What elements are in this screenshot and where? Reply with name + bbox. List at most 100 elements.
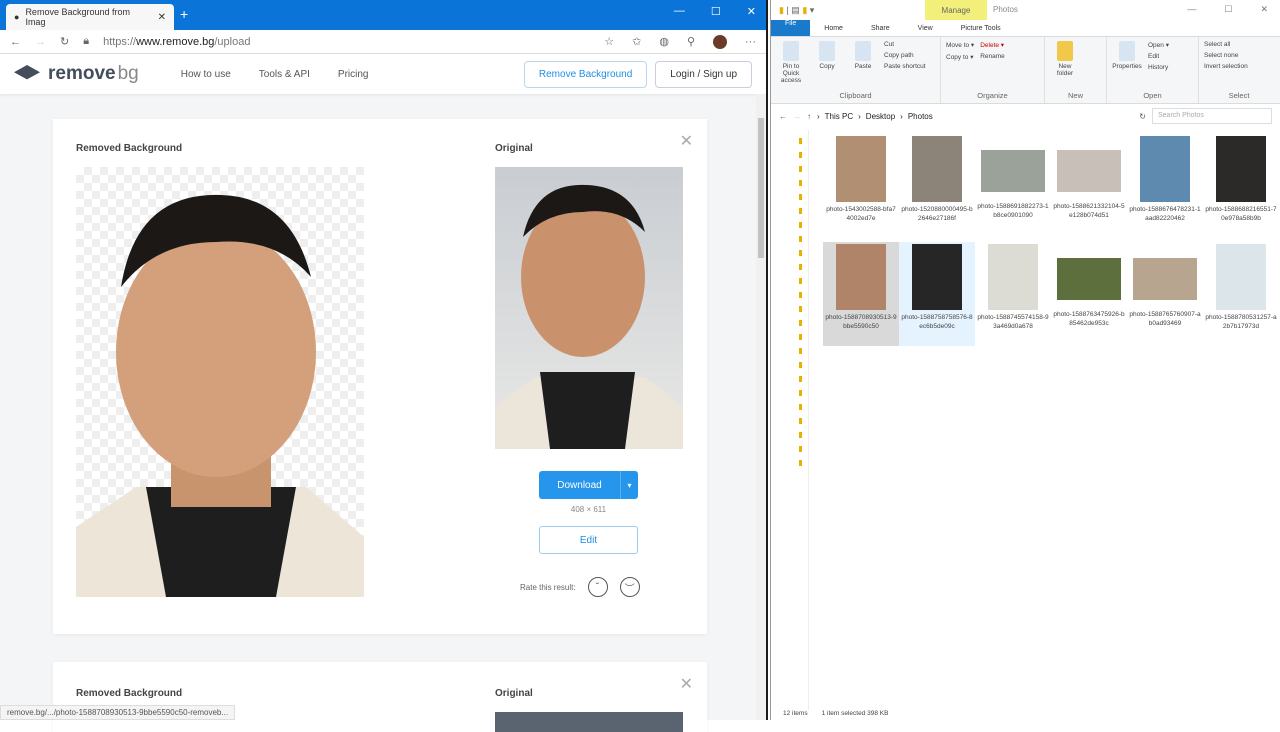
properties-icon[interactable]: ▤ bbox=[791, 5, 800, 16]
file-name: photo-1543002588-bfa74002ed7e bbox=[826, 206, 896, 222]
selection-info: 1 item selected 398 KB bbox=[821, 709, 889, 717]
file-item[interactable]: photo-1588758758576-8ec6b5de09c bbox=[899, 242, 975, 346]
ribbon-tab-view[interactable]: View bbox=[904, 25, 947, 32]
original-image[interactable] bbox=[495, 712, 683, 732]
cut-button[interactable]: Cut bbox=[884, 41, 926, 48]
image-thumbnail bbox=[1216, 136, 1266, 202]
file-item[interactable]: photo-1520880000495-b2646e27186f bbox=[899, 134, 975, 238]
ribbon-tab-picture-tools[interactable]: Picture Tools bbox=[947, 25, 1015, 32]
close-icon[interactable]: ✕ bbox=[680, 674, 693, 694]
original-image[interactable] bbox=[495, 167, 683, 449]
open-button[interactable]: Open ▾ bbox=[1148, 41, 1169, 49]
breadcrumb[interactable]: › This PC › Desktop › Photos bbox=[817, 112, 1133, 121]
collections-icon[interactable]: ◍ bbox=[659, 35, 669, 48]
crumb-desktop[interactable]: Desktop bbox=[866, 112, 895, 121]
maximize-button[interactable]: ☐ bbox=[1224, 4, 1232, 15]
file-item[interactable]: photo-1588676478231-1aad82220462 bbox=[1127, 134, 1203, 238]
neutral-face-icon[interactable]: ˘ bbox=[587, 577, 608, 597]
history-button[interactable]: History bbox=[1148, 64, 1169, 71]
new-tab-button[interactable]: + bbox=[180, 6, 188, 22]
open-group-label: Open bbox=[1107, 91, 1198, 100]
favorite-star-icon[interactable]: ☆ bbox=[604, 35, 614, 48]
pin-icon bbox=[783, 41, 799, 61]
copy-path-button[interactable]: Copy path bbox=[884, 52, 926, 59]
delete-button[interactable]: Delete ▾ bbox=[980, 41, 1005, 49]
file-item[interactable]: photo-1588688216551-70e978a58b9b bbox=[1203, 134, 1279, 238]
rename-button[interactable]: Rename bbox=[980, 53, 1005, 60]
edit-button[interactable]: Edit bbox=[539, 526, 638, 554]
minimize-button[interactable]: — bbox=[674, 5, 685, 18]
paste-icon bbox=[855, 41, 871, 61]
ribbon-tab-home[interactable]: Home bbox=[810, 25, 857, 32]
select-all-button[interactable]: Select all bbox=[1204, 41, 1248, 48]
file-item[interactable]: photo-1588765760907-ab0ad93469 bbox=[1127, 242, 1203, 346]
crumb-this-pc[interactable]: This PC bbox=[825, 112, 853, 121]
image-thumbnail bbox=[912, 244, 962, 310]
crumb-photos[interactable]: Photos bbox=[908, 112, 933, 121]
address-bar: ← → ↻ 🔒︎ https://www.remove.bg/upload ☆ ✩ ◍ ⚲… bbox=[0, 30, 766, 54]
remove-background-button[interactable]: Remove Background bbox=[523, 60, 648, 88]
login-signup-button[interactable]: Login / Sign up bbox=[655, 60, 752, 88]
image-thumbnail bbox=[1133, 258, 1197, 300]
new-folder-icon[interactable]: ▮ bbox=[802, 5, 807, 16]
nav-tools-api[interactable]: Tools & API bbox=[259, 69, 310, 80]
up-icon[interactable]: ↑ bbox=[807, 112, 811, 121]
close-tab-icon[interactable]: ✕ bbox=[158, 12, 166, 23]
minimize-button[interactable]: — bbox=[1187, 4, 1196, 15]
profile-avatar[interactable] bbox=[713, 34, 727, 49]
logo-icon bbox=[14, 65, 40, 80]
back-icon[interactable]: ← bbox=[779, 112, 787, 121]
sad-face-icon[interactable]: ︶ bbox=[619, 577, 640, 597]
nav-how-to-use[interactable]: How to use bbox=[181, 69, 231, 80]
ribbon-tab-share[interactable]: Share bbox=[857, 25, 904, 32]
close-window-button[interactable]: ✕ bbox=[747, 5, 756, 18]
file-item[interactable]: photo-1588745574158-93a469d0a678 bbox=[975, 242, 1051, 346]
image-thumbnail bbox=[981, 150, 1045, 192]
browser-window: ● Remove Background from Imag ✕ + — ☐ ✕ ← → ↻ … bbox=[0, 0, 768, 732]
edit-button[interactable]: Edit bbox=[1148, 53, 1169, 60]
back-icon[interactable]: ← bbox=[10, 36, 21, 48]
search-input[interactable]: Search Photos bbox=[1152, 108, 1272, 124]
browser-titlebar: ● Remove Background from Imag ✕ + — ☐ ✕ bbox=[0, 0, 766, 30]
browser-tab[interactable]: ● Remove Background from Imag ✕ bbox=[6, 4, 174, 30]
ribbon-tab-file[interactable]: File bbox=[771, 20, 811, 36]
image-thumbnail bbox=[1140, 136, 1190, 202]
site-logo[interactable]: remove bg bbox=[14, 63, 139, 85]
folder-icon bbox=[1057, 41, 1073, 61]
file-item[interactable]: photo-1588691882273-1b8ce0901090 bbox=[975, 134, 1051, 238]
file-item[interactable]: photo-1588780531257-a2b7b17973d bbox=[1203, 242, 1279, 346]
file-item[interactable]: photo-1588708930513-9bbe5590c50 bbox=[823, 242, 899, 346]
file-item[interactable]: photo-1588621332104-5e128b074d51 bbox=[1051, 134, 1127, 238]
move-to-button[interactable]: Move to ▾ bbox=[946, 41, 974, 49]
forward-icon[interactable]: → bbox=[35, 36, 46, 48]
invert-selection-button[interactable]: Invert selection bbox=[1204, 63, 1248, 70]
folder-icon: ▮ bbox=[779, 4, 784, 15]
file-item[interactable]: photo-1543002588-bfa74002ed7e bbox=[823, 134, 899, 238]
removed-background-image[interactable] bbox=[76, 167, 364, 597]
refresh-icon[interactable]: ↻ bbox=[60, 35, 69, 48]
forward-icon[interactable]: → bbox=[793, 112, 801, 121]
removed-background-label: Removed Background bbox=[76, 143, 183, 154]
url-input[interactable]: https://www.remove.bg/upload bbox=[103, 36, 250, 48]
manage-tab[interactable]: Manage bbox=[925, 0, 987, 20]
download-button[interactable]: Download ▾ bbox=[539, 471, 638, 499]
nav-pricing[interactable]: Pricing bbox=[338, 69, 369, 80]
more-icon[interactable]: ··· bbox=[745, 36, 756, 48]
close-icon[interactable]: ✕ bbox=[680, 131, 693, 151]
extension-icon[interactable]: ⚲ bbox=[687, 35, 695, 48]
navigation-pane[interactable] bbox=[793, 130, 809, 710]
file-item[interactable]: photo-1588763475926-b85462de953c bbox=[1051, 242, 1127, 346]
image-thumbnail bbox=[1057, 150, 1121, 192]
file-name: photo-1520880000495-b2646e27186f bbox=[901, 206, 973, 222]
refresh-icon[interactable]: ↻ bbox=[1139, 112, 1146, 121]
select-none-button[interactable]: Select none bbox=[1204, 52, 1248, 59]
maximize-button[interactable]: ☐ bbox=[711, 5, 721, 18]
chevron-down-icon[interactable]: ▾ bbox=[620, 471, 638, 499]
paste-shortcut-button[interactable]: Paste shortcut bbox=[884, 63, 926, 70]
copy-to-button[interactable]: Copy to ▾ bbox=[946, 53, 974, 61]
favorites-icon[interactable]: ✩ bbox=[632, 35, 641, 48]
page-scrollbar[interactable] bbox=[756, 94, 766, 720]
item-count: 12 items bbox=[783, 709, 808, 717]
close-window-button[interactable]: ✕ bbox=[1260, 4, 1268, 15]
file-explorer-window: ▮ | ▤ ▮ ▾ Manage Photos — ☐ ✕ File Home Sh… bbox=[770, 0, 1280, 720]
